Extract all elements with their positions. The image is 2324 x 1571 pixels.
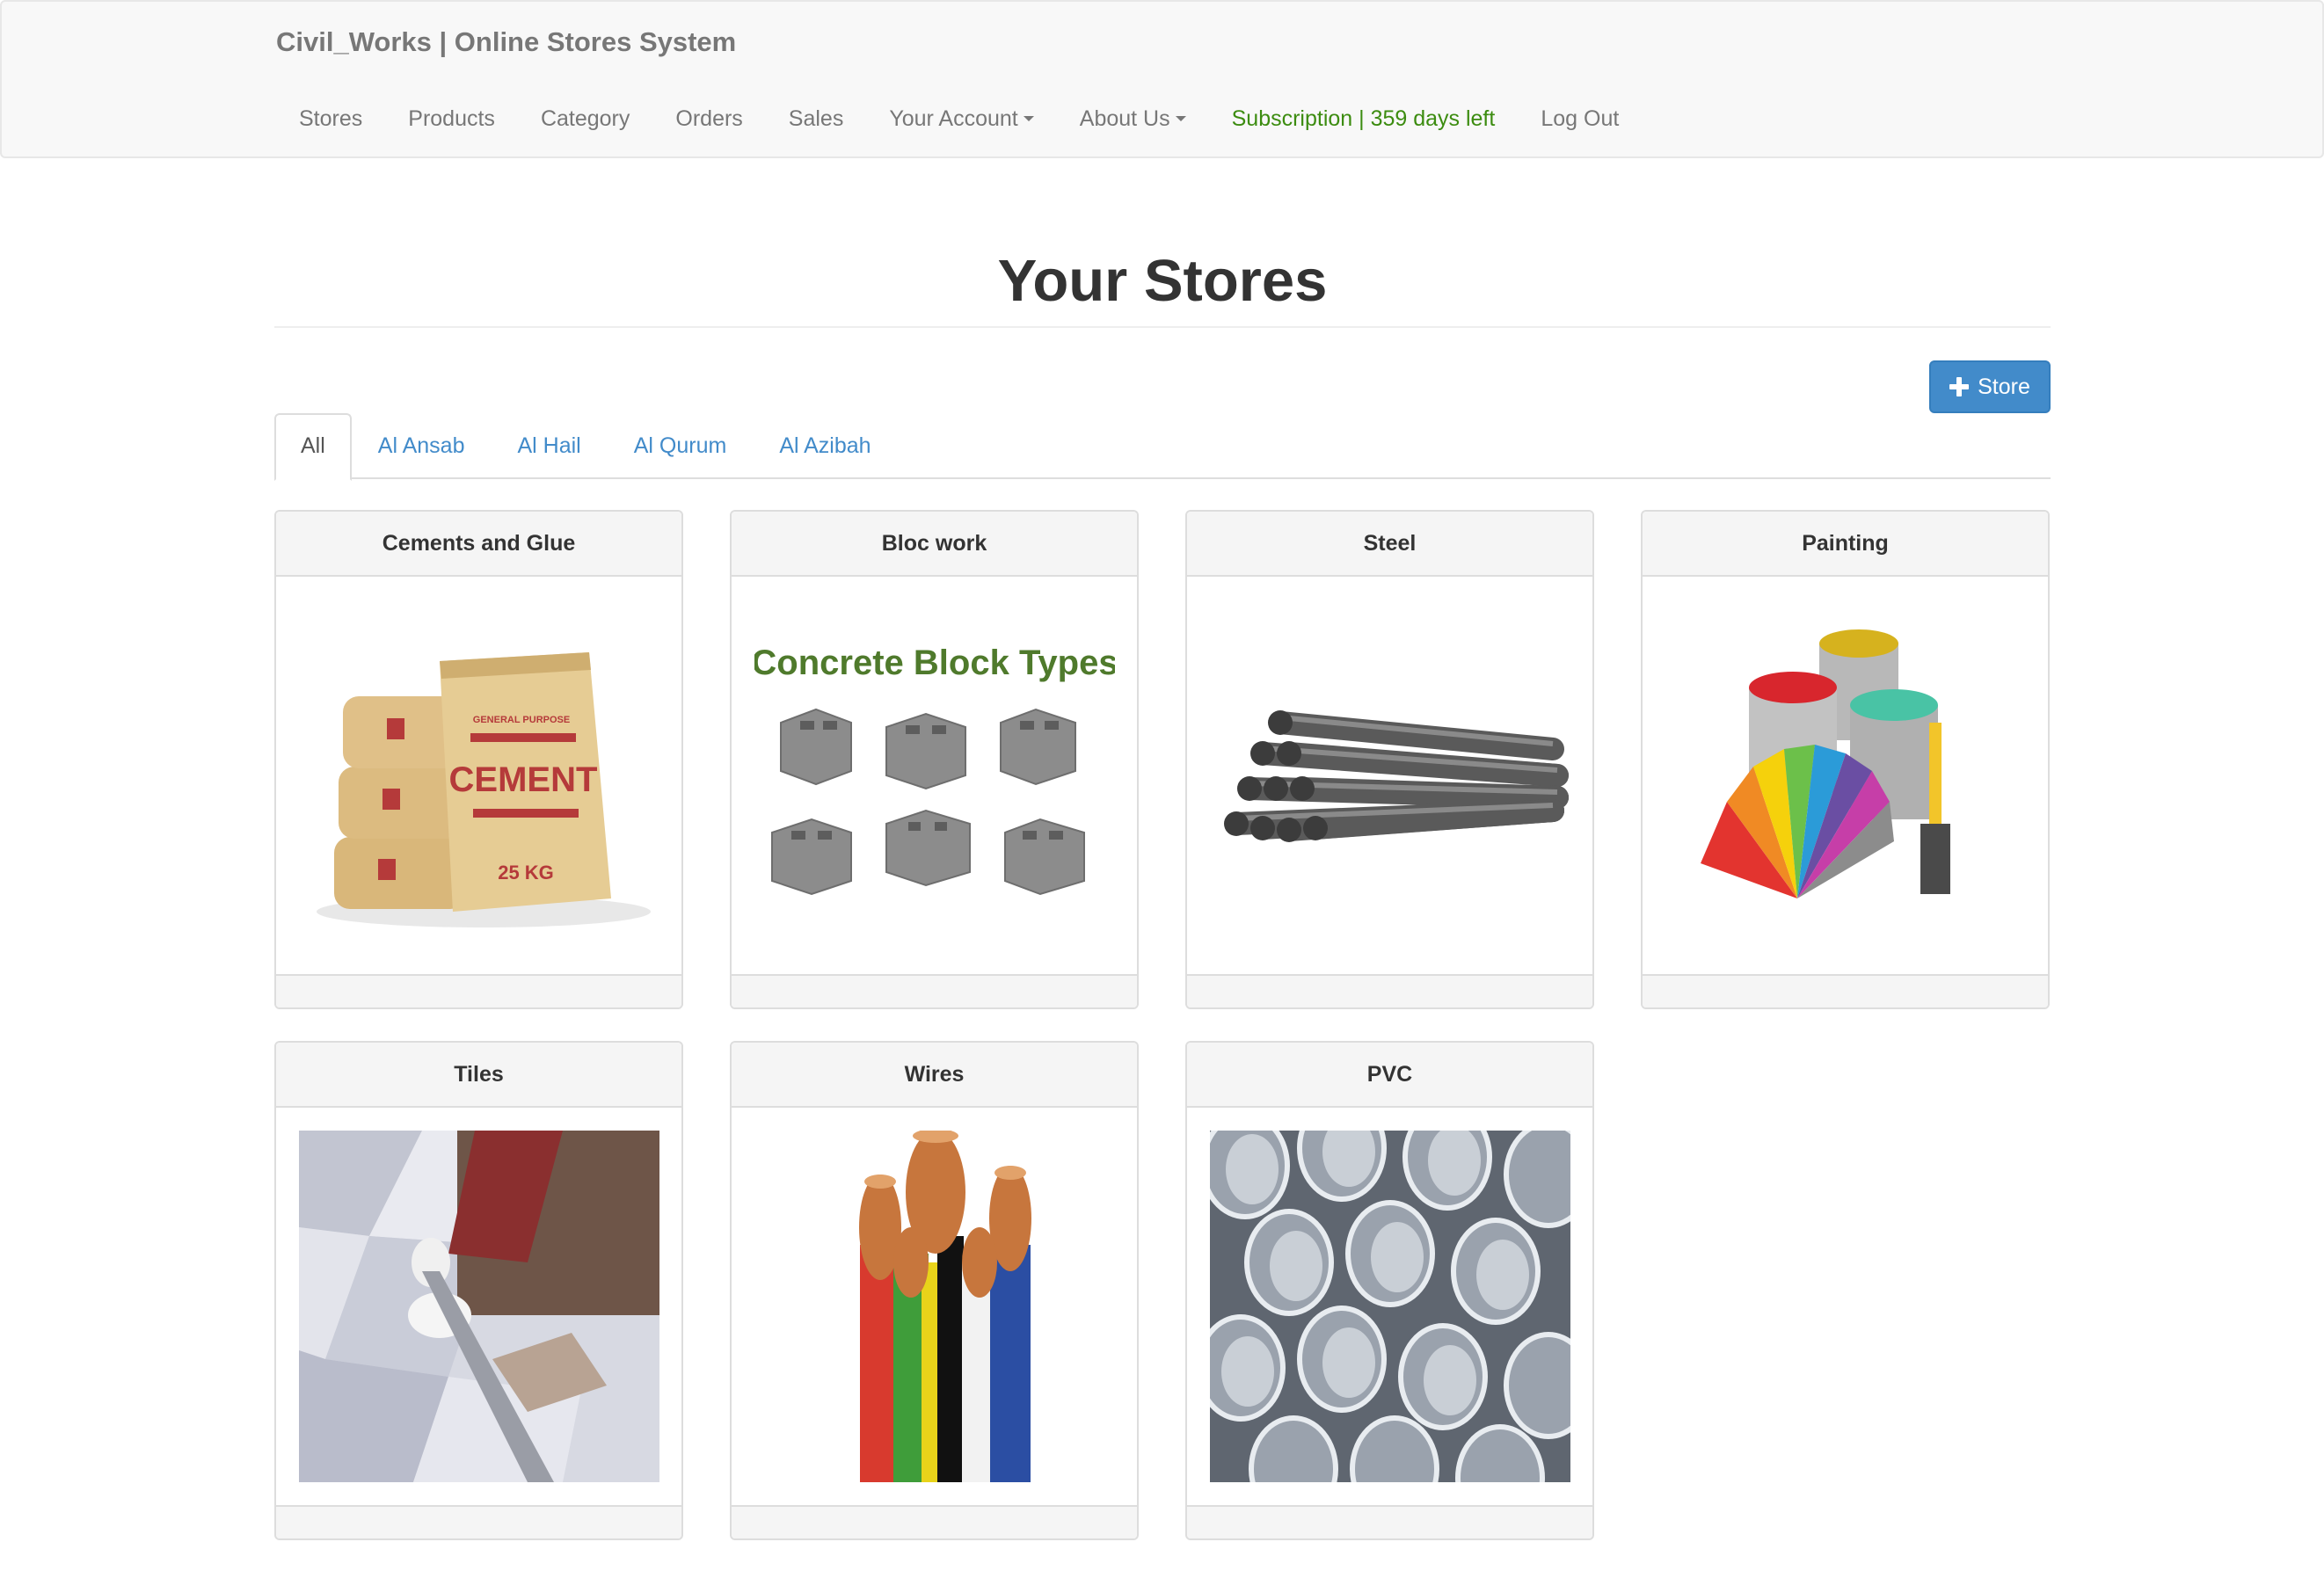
store-card-footer (276, 974, 681, 1007)
nav-link-label: Log Out (1541, 106, 1620, 131)
store-card-footer (1187, 1505, 1592, 1538)
store-card-title: Wires (732, 1043, 1137, 1108)
nav-link-label: About Us (1079, 106, 1170, 131)
tab-al-hail[interactable]: Al Hail (491, 413, 607, 479)
pvc-pipes-image (1210, 1131, 1570, 1482)
tab-all[interactable]: All (274, 413, 352, 481)
store-card-title: Tiles (276, 1043, 681, 1108)
nav-link-products[interactable]: Products (385, 98, 518, 139)
nav-link-label: Sales (788, 106, 844, 131)
concrete-block-caption: Concrete Block Types (754, 644, 1115, 682)
nav-dropdown-about-us[interactable]: About Us (1057, 98, 1209, 139)
nav-link-label: Stores (299, 106, 363, 131)
cement-bag-text: GENERAL PURPOSE (473, 715, 570, 725)
tab-al-qurum[interactable]: Al Qurum (608, 413, 754, 479)
store-card-footer (1187, 974, 1592, 1007)
brand-title[interactable]: Civil_Works | Online Stores System (276, 25, 736, 60)
tab-al-azibah[interactable]: Al Azibah (753, 413, 897, 479)
nav-link-label: Products (408, 106, 495, 131)
add-store-button[interactable]: Store (1929, 360, 2051, 413)
nav-link-label: Orders (675, 106, 743, 131)
nav-link-label: Subscription | 359 days left (1231, 106, 1496, 131)
store-card-body (1643, 577, 2048, 974)
nav-link-sales[interactable]: Sales (766, 98, 867, 139)
cement-bags-image: GENERAL PURPOSE CEMENT 25 KG (317, 652, 651, 927)
caret-down-icon (1023, 116, 1034, 121)
store-card-body (1187, 577, 1592, 974)
store-card-footer (732, 1505, 1137, 1538)
store-card-bloc-work[interactable]: Bloc work Concrete Block Types (730, 510, 1139, 1009)
nav-link-subscription[interactable]: Subscription | 359 days left (1209, 98, 1519, 139)
store-card-footer (732, 974, 1137, 1007)
store-card-body (1187, 1108, 1592, 1505)
nav-link-log-out[interactable]: Log Out (1518, 98, 1642, 139)
nav-link-category[interactable]: Category (518, 98, 652, 139)
cement-bag-text: 25 KG (498, 862, 554, 884)
store-card-steel[interactable]: Steel (1185, 510, 1594, 1009)
store-card-title: Painting (1643, 512, 2048, 577)
nav-link-orders[interactable]: Orders (652, 98, 765, 139)
navbar: Civil_Works | Online Stores System Store… (0, 0, 2324, 158)
paint-cans-image (1701, 629, 1950, 898)
nav-link-stores[interactable]: Stores (276, 98, 385, 139)
store-card-pvc[interactable]: PVC (1185, 1041, 1594, 1540)
store-card-tiles[interactable]: Tiles (274, 1041, 683, 1540)
concrete-blocks-image: Concrete Block Types (754, 644, 1115, 896)
nav-link-label: Category (540, 106, 630, 131)
caret-down-icon (1175, 116, 1186, 121)
store-card-title: PVC (1187, 1043, 1592, 1108)
store-location-tabs: All Al Ansab Al Hail Al Qurum Al Azibah (274, 413, 2051, 481)
nav-link-label: Your Account (889, 106, 1018, 131)
nav-links: Stores Products Category Orders Sales Yo… (276, 98, 1642, 139)
store-card-body (276, 1108, 681, 1505)
cement-bag-text: CEMENT (449, 760, 598, 799)
add-store-button-label: Store (1978, 374, 2030, 399)
tab-al-ansab[interactable]: Al Ansab (352, 413, 492, 479)
store-card-wires[interactable]: Wires (730, 1041, 1139, 1540)
store-card-body (732, 1108, 1137, 1505)
store-card-painting[interactable]: Painting (1641, 510, 2050, 1009)
store-card-footer (276, 1505, 681, 1538)
store-card-title: Steel (1187, 512, 1592, 577)
store-card-cements-and-glue[interactable]: Cements and Glue GENERAL PURPOSE CEMENT … (274, 510, 683, 1009)
title-divider (274, 326, 2051, 328)
store-card-title: Cements and Glue (276, 512, 681, 577)
nav-dropdown-your-account[interactable]: Your Account (866, 98, 1056, 139)
page-title: Your Stores (997, 248, 1328, 314)
store-card-body: GENERAL PURPOSE CEMENT 25 KG (276, 577, 681, 974)
tile-installation-image (299, 1131, 659, 1482)
store-card-footer (1643, 974, 2048, 1007)
store-card-title: Bloc work (732, 512, 1137, 577)
electric-wires-image (859, 1131, 1031, 1482)
store-card-body: Concrete Block Types (732, 577, 1137, 974)
plus-icon (1949, 377, 1970, 396)
steel-rebar-image (1224, 710, 1569, 842)
